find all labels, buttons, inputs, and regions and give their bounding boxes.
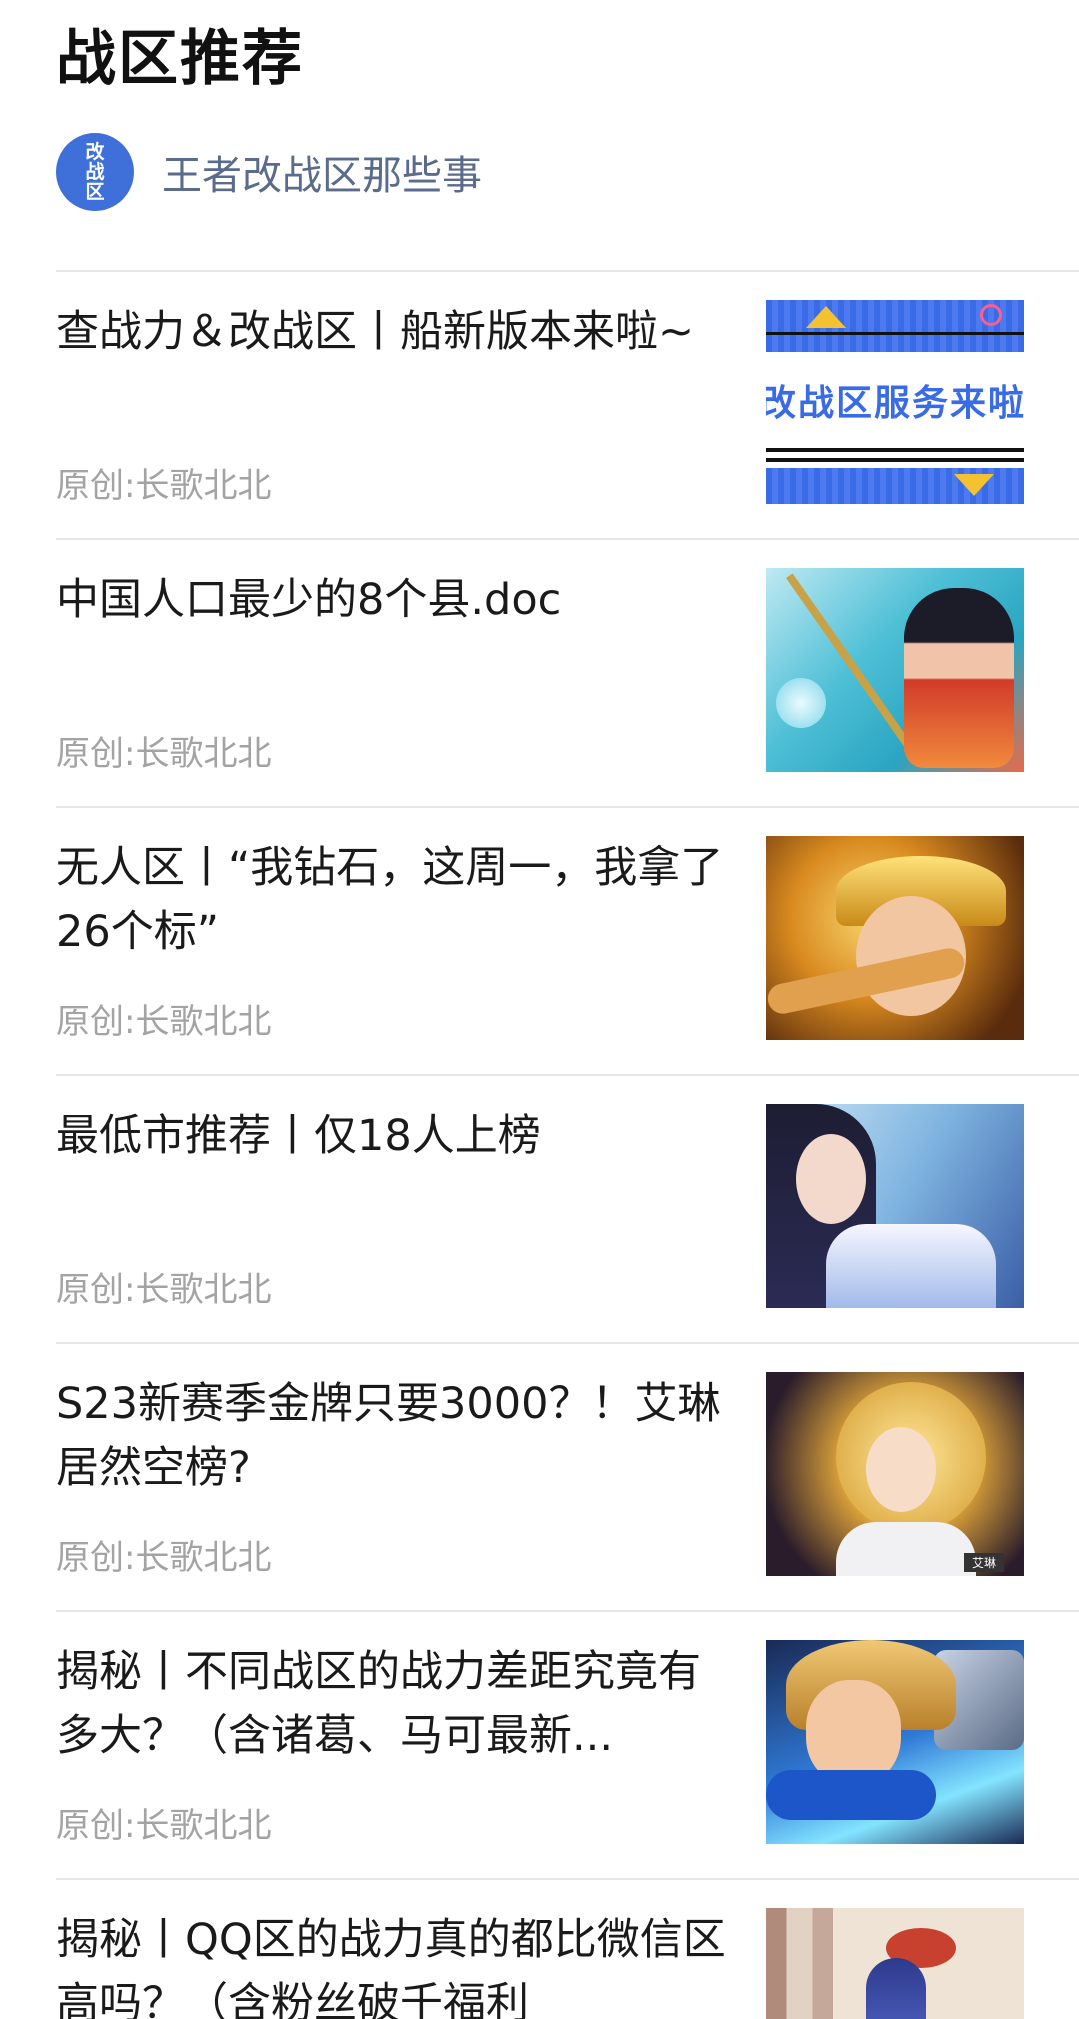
account-row[interactable]: 改 战 区 王者改战区那些事 <box>56 132 482 212</box>
section-title: 战区推荐 <box>56 24 304 94</box>
triangle-icon <box>954 474 994 496</box>
avatar-char: 区 <box>85 181 105 203</box>
article-thumbnail[interactable] <box>766 1104 1024 1308</box>
article-item[interactable]: S23新赛季金牌只要3000？！艾琳居然空榜? 原创:长歌北北 艾琳 <box>56 1342 1079 1610</box>
article-title[interactable]: 无人区丨“我钻石，这周一，我拿了26个标” <box>56 836 736 964</box>
hero-face <box>796 1134 866 1224</box>
article-item[interactable]: 中国人口最少的8个县.doc 原创:长歌北北 <box>56 538 1079 806</box>
avatar[interactable]: 改 战 区 <box>56 133 134 211</box>
article-title[interactable]: S23新赛季金牌只要3000？！艾琳居然空榜? <box>56 1372 736 1500</box>
article-item[interactable]: 无人区丨“我钻石，这周一，我拿了26个标” 原创:长歌北北 <box>56 806 1079 1074</box>
banner-line <box>766 332 1024 335</box>
article-thumbnail[interactable] <box>766 568 1024 772</box>
banner-lines <box>766 448 1024 462</box>
article-item[interactable]: 揭秘丨QQ区的战力真的都比微信区高吗？（含粉丝破千福利 <box>56 1878 1079 2019</box>
article-title[interactable]: 揭秘丨QQ区的战力真的都比微信区高吗？（含粉丝破千福利 <box>56 1908 736 2019</box>
hero-name-tag: 艾琳 <box>963 1553 1004 1572</box>
article-thumbnail[interactable]: 艾琳 <box>766 1372 1024 1576</box>
hero-dress <box>826 1224 996 1308</box>
circle-icon <box>980 304 1002 326</box>
article-list: 查战力＆改战区丨船新版本来啦~ 原创:长歌北北 改战区服务来啦 中国人口最少的8… <box>56 270 1079 2019</box>
avatar-char: 改 <box>85 141 105 163</box>
article-item[interactable]: 查战力＆改战区丨船新版本来啦~ 原创:长歌北北 改战区服务来啦 <box>56 270 1079 538</box>
hero-figure <box>866 1958 926 2019</box>
hero-orb <box>776 678 826 728</box>
article-title[interactable]: 中国人口最少的8个县.doc <box>56 568 736 632</box>
article-author: 原创:长歌北北 <box>56 1270 272 1310</box>
article-author: 原创:长歌北北 <box>56 734 272 774</box>
hero-figure <box>904 588 1014 768</box>
article-author: 原创:长歌北北 <box>56 466 272 506</box>
article-title[interactable]: 查战力＆改战区丨船新版本来啦~ <box>56 300 736 364</box>
article-author: 原创:长歌北北 <box>56 1806 272 1846</box>
triangle-icon <box>806 306 846 328</box>
hero-scarf <box>766 1770 936 1820</box>
hero-body <box>836 1522 976 1576</box>
article-title[interactable]: 揭秘丨不同战区的战力差距究竟有多大？（含诸葛、马可最新... <box>56 1640 736 1768</box>
article-thumbnail[interactable]: 改战区服务来啦 <box>766 300 1024 504</box>
hero-face <box>866 1427 936 1512</box>
account-name[interactable]: 王者改战区那些事 <box>162 143 482 201</box>
article-thumbnail[interactable] <box>766 836 1024 1040</box>
article-thumbnail[interactable] <box>766 1908 1024 2019</box>
avatar-char: 战 <box>85 161 105 183</box>
article-author: 原创:长歌北北 <box>56 1538 272 1578</box>
thumbnail-text: 改战区服务来啦 <box>766 383 1024 424</box>
article-thumbnail[interactable] <box>766 1640 1024 1844</box>
article-author: 原创:长歌北北 <box>56 1002 272 1042</box>
article-title[interactable]: 最低市推荐丨仅18人上榜 <box>56 1104 736 1168</box>
article-item[interactable]: 揭秘丨不同战区的战力差距究竟有多大？（含诸葛、马可最新... 原创:长歌北北 <box>56 1610 1079 1878</box>
article-item[interactable]: 最低市推荐丨仅18人上榜 原创:长歌北北 <box>56 1074 1079 1342</box>
